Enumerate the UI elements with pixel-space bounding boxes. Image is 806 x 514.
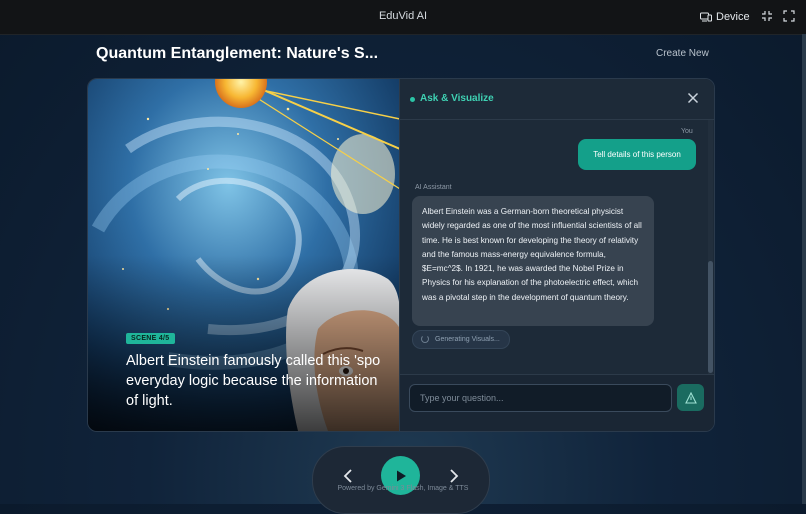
chat-scrollbar-thumb[interactable]	[708, 261, 713, 373]
generating-status-text: Generating Visuals...	[435, 336, 500, 343]
message-role-user: You	[681, 128, 693, 135]
app-title: EduVid AI	[378, 10, 428, 22]
chevron-left-icon[interactable]	[340, 467, 358, 485]
powered-by-text: Powered by Gemini 3 Flash, Image & TTS	[337, 485, 469, 492]
generating-status: Generating Visuals...	[412, 330, 510, 349]
play-icon	[396, 470, 406, 481]
send-icon	[684, 391, 697, 404]
scene-view: SCENE 4/5 Albert Einstein famously calle…	[88, 79, 400, 431]
panel-title: Ask & Visualize	[420, 93, 494, 104]
video-card: SCENE 4/5 Albert Einstein famously calle…	[87, 78, 715, 432]
ask-visualize-panel: Ask & Visualize You Tell details of this…	[399, 79, 714, 431]
top-bar: EduVid AI Device	[0, 0, 806, 35]
create-new-link[interactable]: Create New	[656, 48, 709, 59]
chevron-right-icon[interactable]	[444, 467, 462, 485]
device-button[interactable]: Device	[700, 9, 750, 25]
minimize-icon[interactable]	[761, 10, 773, 22]
user-message: Tell details of this person	[578, 139, 696, 170]
scene-caption: Albert Einstein famously called this 'sp…	[126, 353, 381, 409]
spinner-icon	[421, 335, 429, 343]
status-dot-icon	[410, 97, 415, 102]
question-input[interactable]	[409, 384, 672, 412]
page-title: Quantum Entanglement: Nature's S...	[96, 45, 379, 62]
device-icon	[700, 12, 712, 22]
scene-badge: SCENE 4/5	[126, 333, 175, 344]
page-scrollbar[interactable]	[802, 34, 806, 504]
composer	[400, 374, 714, 431]
fullscreen-icon[interactable]	[783, 10, 795, 22]
assistant-message: Albert Einstein was a German-born theore…	[412, 196, 654, 326]
close-icon[interactable]	[687, 92, 699, 104]
message-role-assistant: AI Assistant	[415, 184, 452, 191]
device-label: Device	[716, 11, 750, 23]
chat-thread[interactable]: You Tell details of this person AI Assis…	[400, 120, 714, 374]
send-button[interactable]	[677, 384, 704, 411]
panel-header: Ask & Visualize	[400, 79, 714, 120]
